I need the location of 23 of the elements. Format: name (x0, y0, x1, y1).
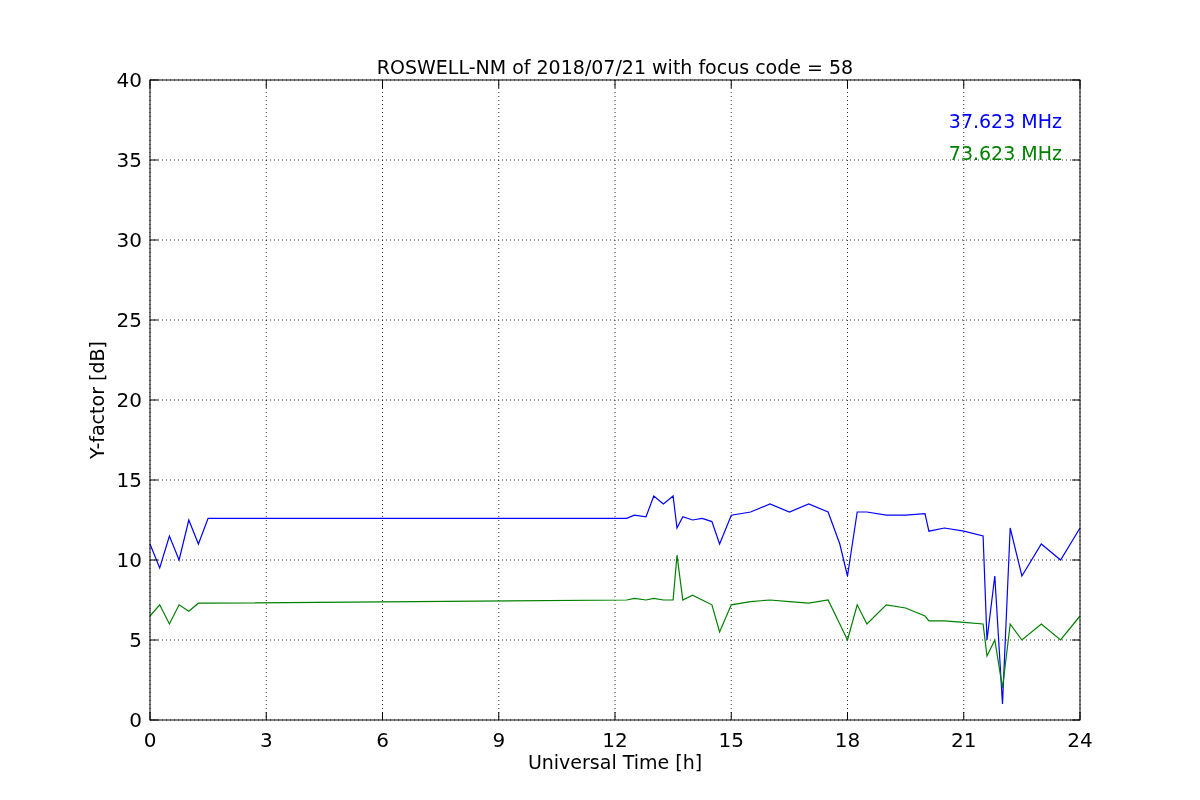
x-tick-label: 21 (951, 728, 977, 752)
x-tick-label: 3 (259, 728, 273, 752)
legend-label: 73.623 MHz (948, 142, 1062, 164)
y-tick-label: 20 (116, 388, 142, 412)
x-tick-label: 24 (1067, 728, 1093, 752)
x-tick-label: 9 (492, 728, 506, 752)
x-tick-label: 12 (602, 728, 628, 752)
y-tick-label: 35 (116, 148, 142, 172)
chart-title: ROSWELL-NM of 2018/07/21 with focus code = 58 (376, 56, 854, 78)
x-tick-label: 6 (376, 728, 389, 752)
y-tick-label: 5 (129, 628, 142, 652)
y-tick-label: 25 (116, 308, 142, 332)
y-tick-label: 10 (116, 548, 142, 572)
x-tick-label: 0 (143, 728, 157, 752)
y-tick-label: 40 (116, 68, 142, 92)
legend-label: 37.623 MHz (948, 110, 1062, 132)
x-tick-label: 15 (718, 728, 744, 752)
y-tick-label: 30 (116, 228, 142, 252)
x-tick-label: 18 (834, 728, 861, 752)
y-tick-label: 15 (116, 468, 142, 492)
y-axis-label: Y-factor [dB] (86, 341, 108, 459)
y-tick-label: 0 (129, 708, 142, 732)
x-axis-label: Universal Time [h] (527, 751, 703, 773)
